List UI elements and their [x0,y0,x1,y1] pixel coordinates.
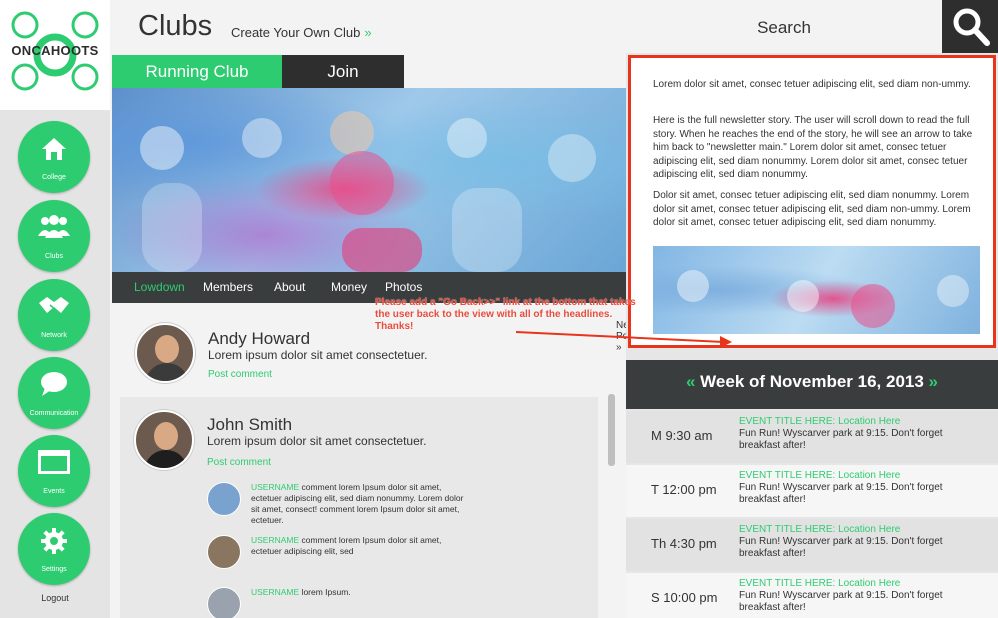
avatar[interactable] [135,323,195,383]
tab-photos[interactable]: Photos [385,280,422,294]
nav-settings-button[interactable]: Settings [18,513,90,585]
sidebar: ONCAHOOTS College Clubs Network Communic… [0,0,110,618]
nav-network-label: Network [41,332,67,339]
event-description: Fun Run! Wyscarver park at 9:15. Don't f… [739,428,943,451]
speech-bubble-icon [41,372,67,396]
calendar-icon [38,450,70,474]
nav-college-button[interactable]: College [18,121,90,193]
nav-events-label: Events [43,488,65,495]
nav-college-label: College [42,174,66,181]
event-item[interactable]: Th 4:30 pm EVENT TITLE HERE: Location He… [626,519,998,571]
tab-money[interactable]: Money [331,280,367,294]
logout-link[interactable]: Logout [0,593,110,603]
event-description: Fun Run! Wyscarver park at 9:15. Don't f… [739,536,943,559]
post-text: Lorem ipsum dolor sit amet consectetuer. [207,434,427,448]
review-annotation: Please add a "Go Back>>" link at the bot… [375,297,636,332]
nav-clubs-label: Clubs [45,253,63,260]
nav-events-button[interactable]: Events [18,435,90,507]
comment-body: lorem Ipsum. [299,587,351,597]
tab-about[interactable]: About [274,280,305,294]
comment-username[interactable]: USERNAME [251,482,299,492]
club-hero-image [112,88,626,272]
event-item[interactable]: S 10:00 pm EVENT TITLE HERE: Location He… [626,573,998,618]
prev-week-button[interactable]: « [686,372,695,391]
post-author[interactable]: John Smith [207,415,292,435]
week-header: « Week of November 16, 2013 » [626,360,998,409]
chevron-right-icon: » [364,25,372,40]
page-title: Clubs [138,10,213,42]
newsletter-story: Lorem dolor sit amet, consec tetuer adip… [628,55,996,348]
avatar[interactable] [207,535,241,569]
comment-text: USERNAME lorem Ipsum. [251,587,473,598]
post-comment-link[interactable]: Post comment [207,457,271,468]
join-button[interactable]: Join [282,55,404,88]
event-description: Fun Run! Wyscarver park at 9:15. Don't f… [739,590,943,613]
post-comment-link[interactable]: Post comment [208,369,272,380]
hero-photo-icon [140,111,596,272]
newsletter-paragraph: Dolor sit amet, consec tetuer adipiscing… [653,190,971,228]
search-icon [953,8,990,46]
event-title[interactable]: EVENT TITLE HERE: Location Here [739,470,900,481]
post-author[interactable]: Andy Howard [208,329,310,349]
right-panel: Search Lorem dolor sit amet, consec tetu… [516,0,998,618]
scrollbar-thumb[interactable] [608,394,615,466]
comment-text: USERNAME comment lorem Ipsum dolor sit a… [251,482,473,526]
next-week-button[interactable]: » [929,372,938,391]
nav-clubs-button[interactable]: Clubs [18,200,90,272]
newsletter-paragraph: Here is the full newsletter story. The u… [653,115,973,180]
create-club-label: Create Your Own Club [231,25,361,40]
home-icon [42,138,66,160]
comment-username[interactable]: USERNAME [251,535,299,545]
handshake-icon [39,297,69,313]
week-label-row: « Week of November 16, 2013 » [626,372,998,392]
event-title[interactable]: EVENT TITLE HERE: Location Here [739,578,900,589]
comment-text: USERNAME comment lorem Ipsum dolor sit a… [251,535,473,557]
comment-username[interactable]: USERNAME [251,587,299,597]
search-button[interactable] [942,0,998,53]
create-club-link[interactable]: Create Your Own Club» [231,25,372,40]
avatar[interactable] [207,482,241,516]
event-title[interactable]: EVENT TITLE HERE: Location Here [739,524,900,535]
event-title[interactable]: EVENT TITLE HERE: Location Here [739,416,900,427]
event-time: S 10:00 pm [651,590,718,605]
avatar[interactable] [207,587,241,618]
group-icon [38,215,70,238]
newsletter-paragraph: Lorem dolor sit amet, consec tetuer adip… [653,79,971,90]
nav-network-button[interactable]: Network [18,279,90,351]
nav-communication-button[interactable]: Communication [18,357,90,429]
nav-communication-label: Communication [29,410,79,417]
tab-members[interactable]: Members [203,280,253,294]
search-field[interactable]: Search [626,0,942,53]
event-time: Th 4:30 pm [651,536,717,551]
avatar[interactable] [134,410,194,470]
event-description: Fun Run! Wyscarver park at 9:15. Don't f… [739,482,943,505]
search-label: Search [757,18,811,37]
logo[interactable]: ONCAHOOTS [0,0,110,110]
event-item[interactable]: M 9:30 am EVENT TITLE HERE: Location Her… [626,411,998,463]
nav-settings-label: Settings [41,566,67,573]
tab-lowdown[interactable]: Lowdown [134,280,185,294]
week-label: Week of November 16, 2013 [700,372,924,391]
event-time: M 9:30 am [651,428,713,443]
event-item[interactable]: T 12:00 pm EVENT TITLE HERE: Location He… [626,465,998,517]
post-text: Lorem ipsum dolor sit amet consectetuer. [208,348,428,362]
gear-icon [41,528,67,554]
logo-text: ONCAHOOTS [11,43,99,58]
post: John Smith Lorem ipsum dolor sit amet co… [120,397,598,618]
event-time: T 12:00 pm [651,482,717,497]
club-name-tab[interactable]: Running Club [112,55,282,88]
